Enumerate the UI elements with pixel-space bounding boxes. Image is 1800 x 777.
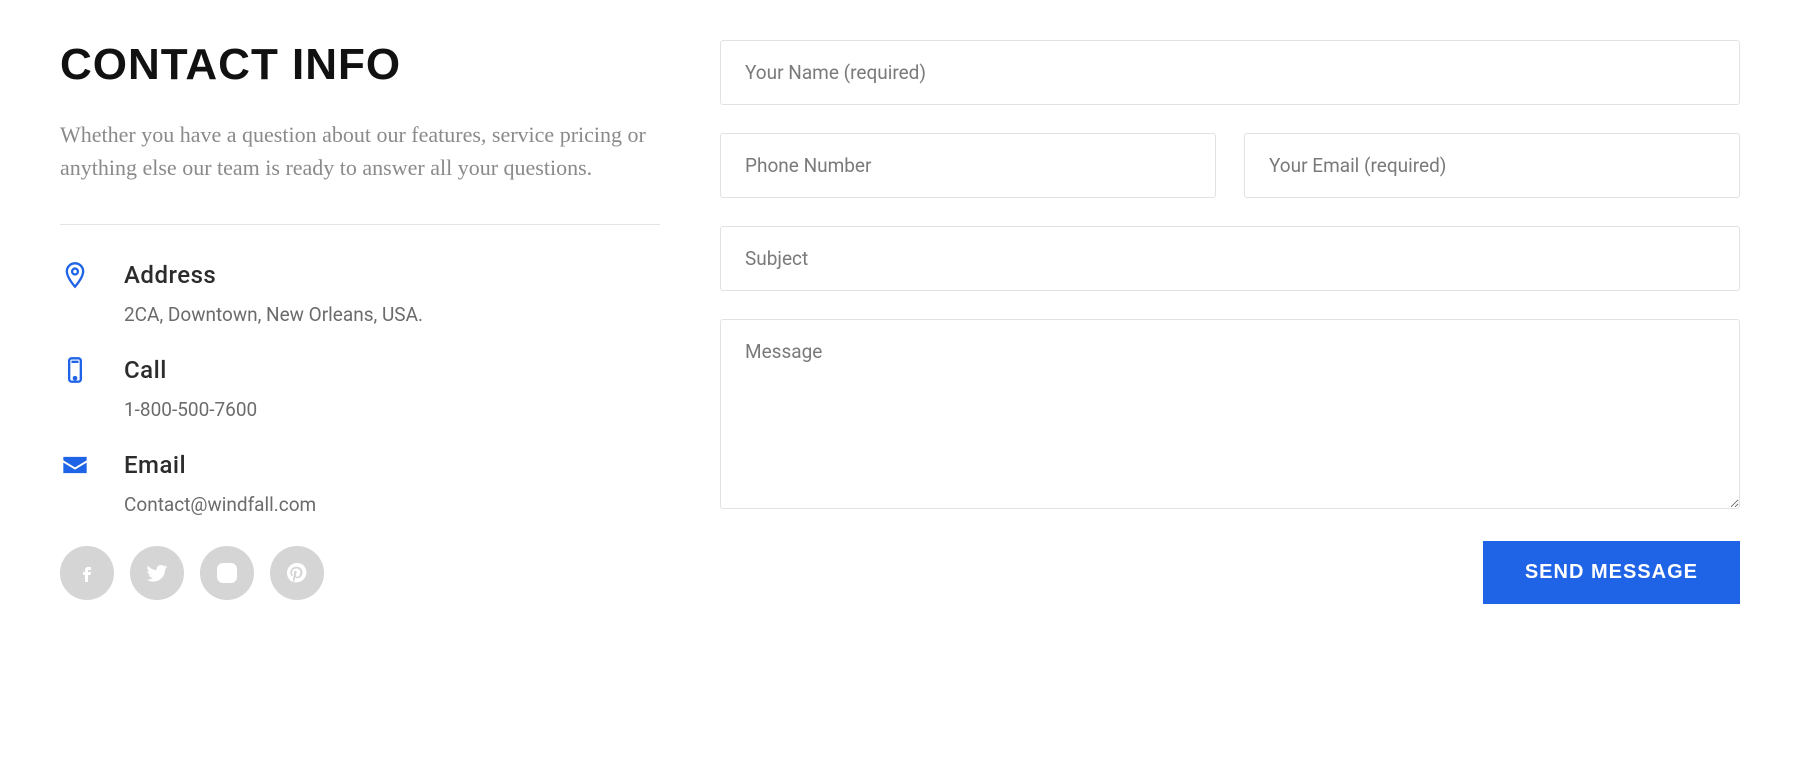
address-value: 2CA, Downtown, New Orleans, USA. [124, 303, 660, 326]
email-row: Email Contact@windfall.com [60, 451, 660, 516]
contact-info-panel: CONTACT INFO Whether you have a question… [60, 40, 660, 604]
email-input[interactable] [1244, 133, 1740, 198]
phone-input[interactable] [720, 133, 1216, 198]
call-value: 1-800-500-7600 [124, 398, 660, 421]
message-textarea[interactable] [720, 319, 1740, 509]
twitter-icon [145, 561, 169, 585]
contact-form: SEND MESSAGE [720, 40, 1740, 604]
pinterest-icon [285, 561, 309, 585]
name-input[interactable] [720, 40, 1740, 105]
call-row: Call 1-800-500-7600 [60, 356, 660, 421]
instagram-icon [215, 561, 239, 585]
subject-input[interactable] [720, 226, 1740, 291]
phone-icon [60, 356, 90, 421]
facebook-icon [75, 561, 99, 585]
send-message-button[interactable]: SEND MESSAGE [1483, 541, 1740, 604]
divider [60, 224, 660, 225]
email-label: Email [124, 451, 660, 479]
twitter-link[interactable] [130, 546, 184, 600]
intro-text: Whether you have a question about our fe… [60, 118, 660, 184]
address-row: Address 2CA, Downtown, New Orleans, USA. [60, 261, 660, 326]
call-label: Call [124, 356, 660, 384]
social-links [60, 546, 660, 600]
instagram-link[interactable] [200, 546, 254, 600]
pinterest-link[interactable] [270, 546, 324, 600]
map-pin-icon [60, 261, 90, 326]
envelope-icon [60, 451, 90, 516]
facebook-link[interactable] [60, 546, 114, 600]
email-value: Contact@windfall.com [124, 493, 660, 516]
address-label: Address [124, 261, 660, 289]
page-title: CONTACT INFO [60, 40, 660, 90]
